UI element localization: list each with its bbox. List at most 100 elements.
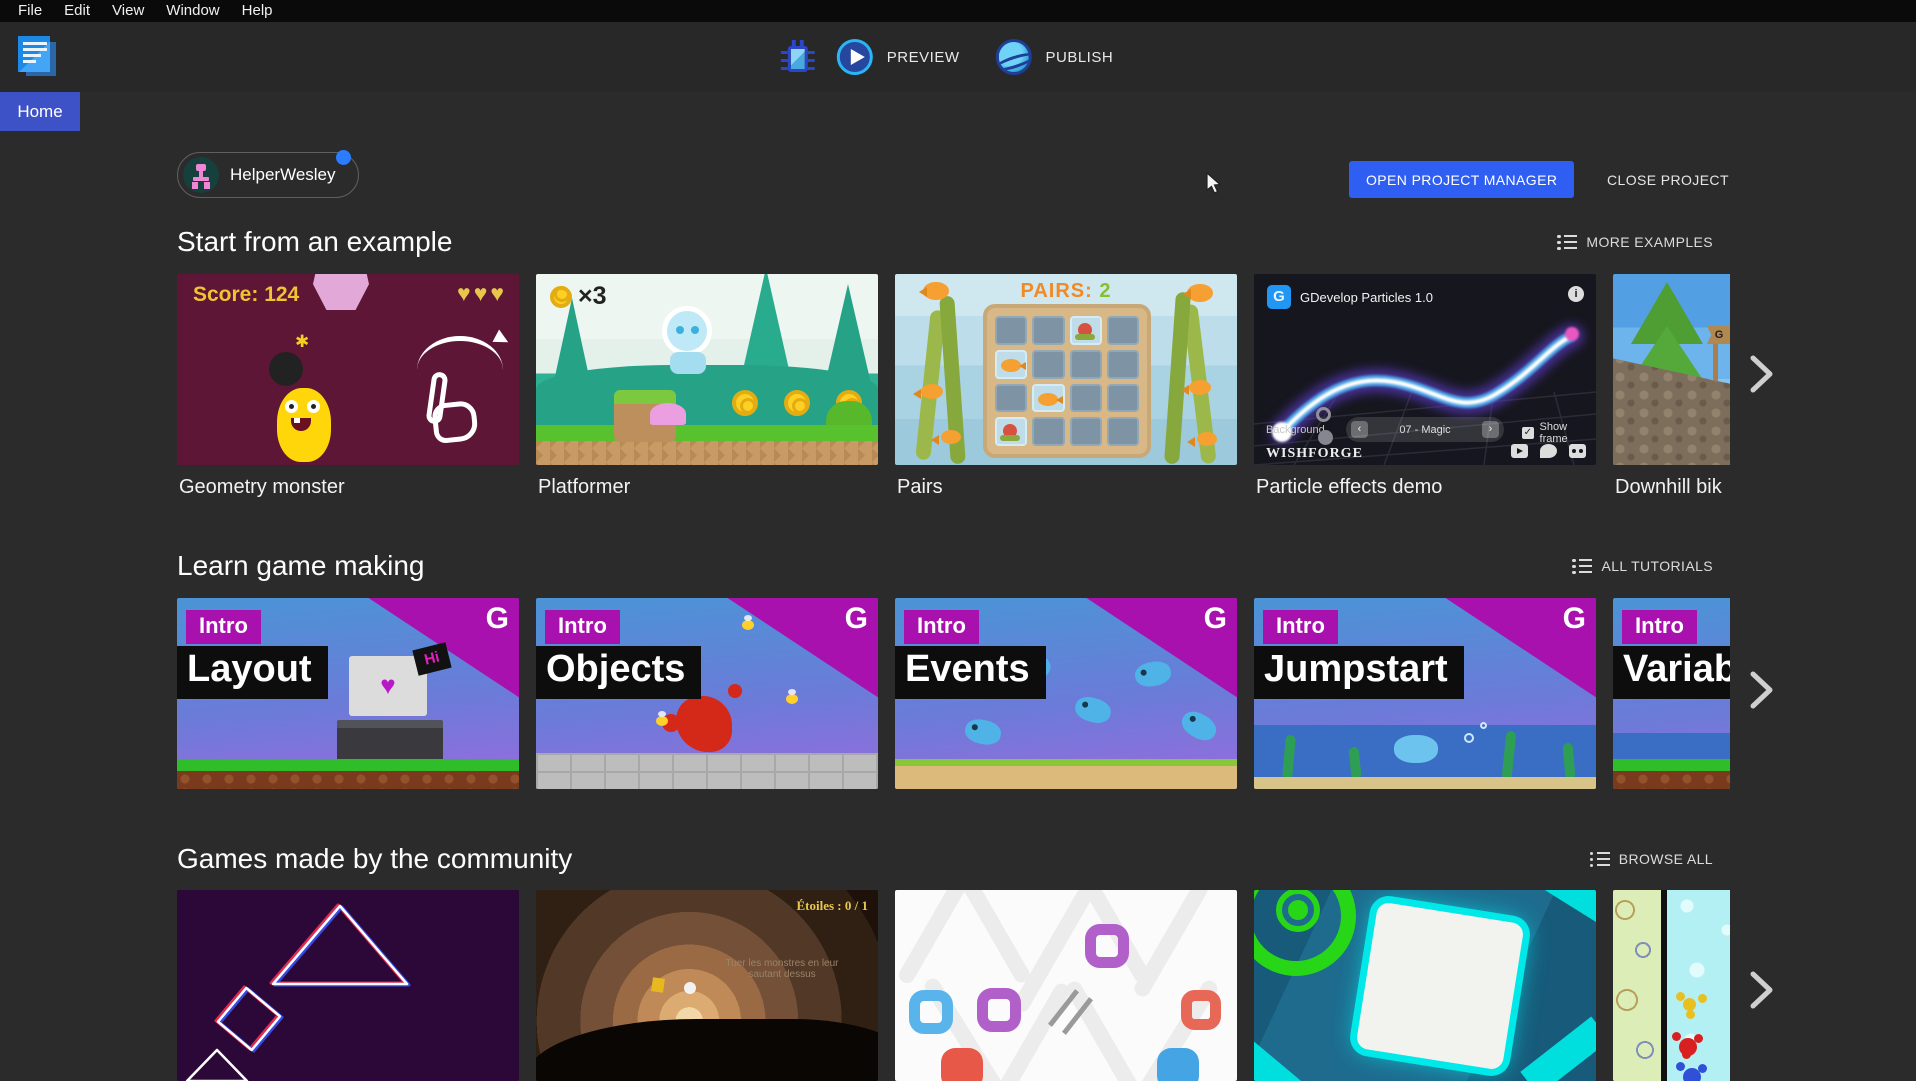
- page-line: [23, 60, 36, 63]
- profile-chip[interactable]: HelperWesley: [177, 152, 359, 198]
- tutorial-card-variables[interactable]: +1 Intro Variab: [1613, 598, 1730, 789]
- bug-leg: [808, 67, 815, 70]
- gdevelop-logo-icon: G: [845, 602, 868, 636]
- publish-icon[interactable]: [995, 39, 1031, 75]
- menu-file[interactable]: File: [7, 0, 53, 22]
- browse-all-button[interactable]: BROWSE ALL: [1590, 851, 1713, 867]
- intro-tag: Intro: [545, 610, 620, 644]
- bee-icon: [786, 694, 798, 704]
- monster-mouth: [291, 418, 311, 431]
- page-line: [23, 48, 47, 51]
- project-manager-icon[interactable]: [16, 34, 62, 80]
- list-icon: [1557, 235, 1577, 250]
- bug-antenna: [800, 40, 804, 46]
- community-card-sunset[interactable]: Étoiles : 0 / 1 Tuer les monstres en leu…: [536, 890, 878, 1081]
- molecule-yellow: [1683, 998, 1696, 1011]
- all-tutorials-button[interactable]: ALL TUTORIALS: [1572, 558, 1713, 574]
- publish-button[interactable]: PUBLISH: [1045, 49, 1113, 66]
- menu-help[interactable]: Help: [231, 0, 284, 22]
- card-title: Pairs: [897, 476, 1237, 499]
- coin-icon: [784, 390, 810, 416]
- blue-node: [1157, 1048, 1199, 1081]
- open-project-manager-button[interactable]: OPEN PROJECT MANAGER: [1349, 161, 1574, 198]
- tutorial-word: Variab: [1613, 646, 1730, 699]
- card-tile-snail: [1070, 316, 1102, 345]
- card-tile: [1107, 417, 1139, 446]
- more-examples-label: MORE EXAMPLES: [1586, 234, 1713, 250]
- avatar: [183, 157, 219, 193]
- more-examples-button[interactable]: MORE EXAMPLES: [1557, 234, 1713, 250]
- community-card-hexagons[interactable]: [895, 890, 1237, 1081]
- youtube-icon: [1511, 444, 1528, 458]
- player-body: [670, 352, 706, 374]
- community-card-molecules[interactable]: [1613, 890, 1730, 1081]
- fish-character: [1177, 707, 1220, 746]
- bug-antenna: [792, 40, 796, 46]
- fish-icon: [1187, 284, 1213, 302]
- examples-scroll-right-button[interactable]: [1741, 352, 1781, 398]
- card-tile: [1070, 417, 1102, 446]
- example-card-platformer[interactable]: ×3: [536, 274, 878, 465]
- menu-window[interactable]: Window: [155, 0, 230, 22]
- preview-button[interactable]: PREVIEW: [887, 49, 960, 66]
- tutorial-card-jumpstart[interactable]: G Intro Jumpstart: [1254, 598, 1596, 789]
- menu-edit[interactable]: Edit: [53, 0, 101, 22]
- fish-character: [1394, 735, 1438, 763]
- gesture-arrow-shape: [417, 336, 503, 370]
- preview-icon[interactable]: [837, 39, 873, 75]
- example-card-particle-effects[interactable]: G GDevelop Particles 1.0 i Background ‹ …: [1254, 274, 1596, 465]
- card-tile-fish: [995, 350, 1027, 379]
- tutorial-card-events[interactable]: G Intro Events: [895, 598, 1237, 789]
- card-tile: [1107, 384, 1139, 413]
- discord-icon: [1569, 444, 1586, 458]
- lattice-path: [1132, 890, 1211, 999]
- card-title: Downhill bik: [1615, 476, 1730, 499]
- community-card-neon-shapes[interactable]: [177, 890, 519, 1081]
- tutorial-card-layout[interactable]: G ♥ Hi Intro Layout: [177, 598, 519, 789]
- tutorial-card-objects[interactable]: G Intro Objects: [536, 598, 878, 789]
- example-card-downhill-bike[interactable]: G: [1613, 274, 1730, 465]
- community-row: Étoiles : 0 / 1 Tuer les monstres en leu…: [177, 890, 1730, 1081]
- ball-character: [684, 982, 696, 994]
- all-tutorials-label: ALL TUTORIALS: [1601, 558, 1713, 574]
- menu-view[interactable]: View: [101, 0, 155, 22]
- slime-enemy: [650, 403, 686, 425]
- gdevelop-logo-icon: G: [1267, 285, 1291, 309]
- examples-section-title: Start from an example: [177, 226, 452, 258]
- fish-icon: [941, 430, 961, 444]
- debug-icon[interactable]: [781, 38, 815, 76]
- notification-dot: [336, 150, 351, 165]
- example-card-pairs[interactable]: PAIRS: 2: [895, 274, 1237, 465]
- tutorials-scroll-right-button[interactable]: [1741, 668, 1781, 714]
- close-project-button[interactable]: CLOSE PROJECT: [1597, 161, 1739, 198]
- coin-count-label: ×3: [578, 282, 607, 311]
- bee-icon: [656, 716, 668, 726]
- hand-cursor-fist-shape: [431, 400, 479, 444]
- bug-body-shape: [788, 46, 808, 72]
- tutorial-word: Jumpstart: [1254, 646, 1464, 699]
- bug-leg: [808, 51, 815, 54]
- community-card-teal-square[interactable]: [1254, 890, 1596, 1081]
- preset-label: 07 - Magic: [1399, 424, 1450, 436]
- lattice-path: [896, 890, 970, 986]
- tutorial-word: Layout: [177, 646, 328, 699]
- lava-splash-shape: [676, 696, 732, 752]
- fish-character: [1133, 659, 1173, 689]
- tab-home[interactable]: Home: [0, 92, 80, 131]
- blue-ring: [909, 990, 953, 1034]
- card-tile: [1032, 316, 1064, 345]
- toolbar: PREVIEW PUBLISH: [0, 22, 1916, 92]
- page-line: [23, 42, 47, 45]
- mouse-cursor: [1205, 172, 1227, 196]
- page-front-shape: [18, 36, 50, 72]
- tutorials-section-title: Learn game making: [177, 550, 424, 582]
- fish-character: [963, 717, 1003, 748]
- example-card-geometry-monster[interactable]: Score: 124 ♥♥♥ ✱: [177, 274, 519, 465]
- green-ring-inner: [1276, 890, 1320, 932]
- fish-icon: [921, 384, 943, 399]
- bug-leg: [781, 67, 788, 70]
- examples-row: Score: 124 ♥♥♥ ✱ Geometry monster: [177, 274, 1730, 504]
- player-character: [662, 306, 712, 356]
- community-scroll-right-button[interactable]: [1741, 968, 1781, 1014]
- monster-shape: [277, 388, 331, 462]
